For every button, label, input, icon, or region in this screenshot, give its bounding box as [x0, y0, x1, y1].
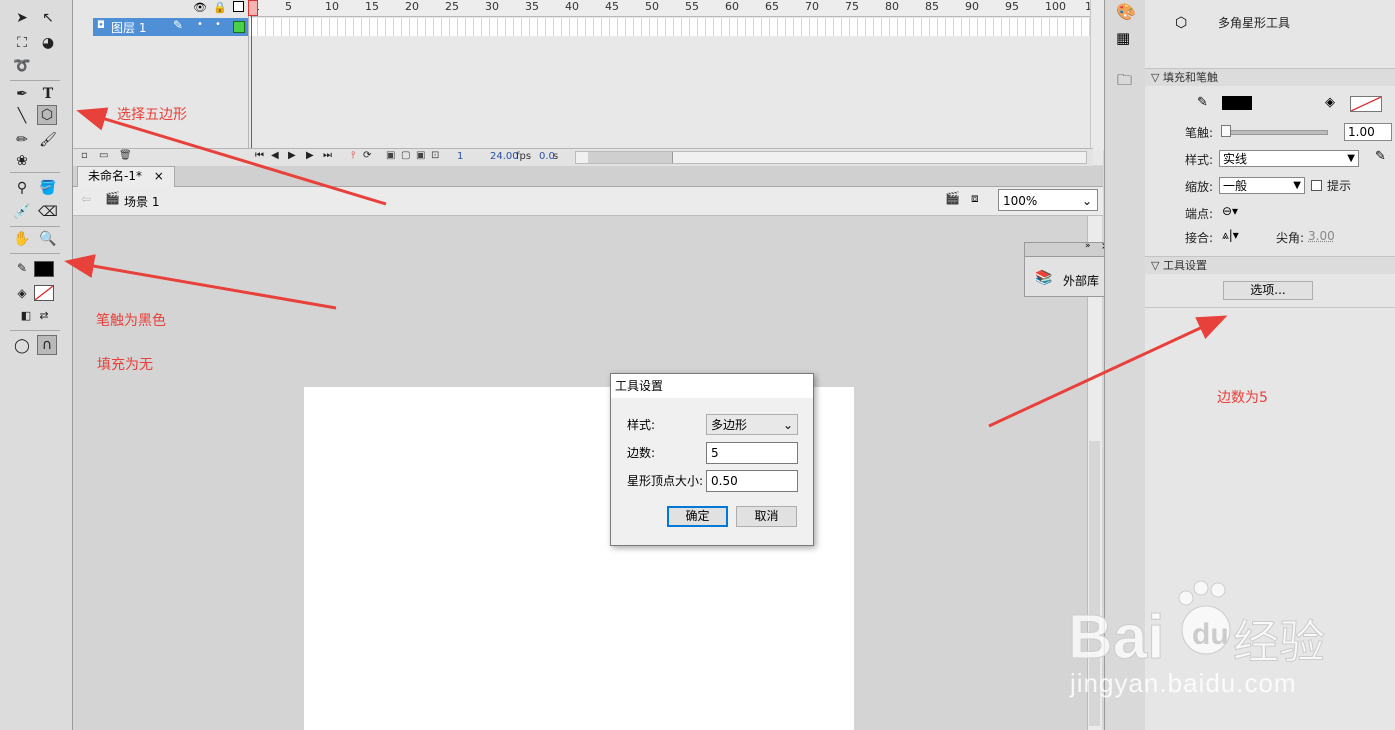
- arrow-to-stroke-color: [64, 254, 337, 310]
- annotation-select-pentagon: 选择五边形: [117, 107, 187, 123]
- watermark-url: jingyan.baidu.com: [1070, 668, 1297, 698]
- arrow-to-polystar-tool: [76, 107, 387, 206]
- svg-text:Bai: Bai: [1068, 603, 1164, 668]
- arrow-to-options-button: [988, 315, 1228, 428]
- annotation-stroke-black: 笔触为黑色: [96, 313, 166, 329]
- svg-text:du: du: [1192, 618, 1229, 651]
- annotation-sides-five: 边数为5: [1217, 390, 1268, 406]
- annotation-fill-none: 填充为无: [97, 357, 153, 373]
- baidu-jingyan-watermark: Bai du 经验 jingyan.baidu.com: [1068, 578, 1388, 708]
- baidu-logo: Bai du 经验: [1068, 580, 1326, 668]
- svg-text:经验: 经验: [1233, 615, 1325, 668]
